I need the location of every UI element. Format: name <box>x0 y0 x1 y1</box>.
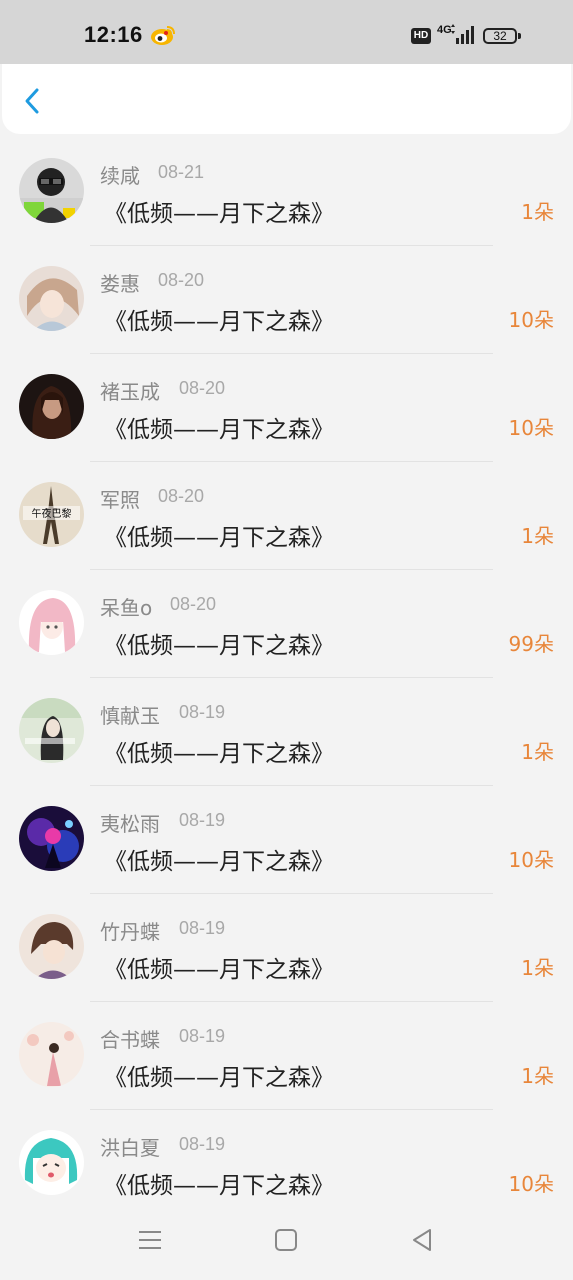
post-date: 08-20 <box>179 378 226 398</box>
flower-count: 10朵 <box>508 416 554 440</box>
list-item[interactable]: 竹丹蝶 08-19 《低频——月下之森》 1朵 <box>0 894 573 1002</box>
post-date: 08-20 <box>158 486 205 506</box>
user-avatar[interactable]: 午夜巴黎 <box>19 482 84 547</box>
list-item[interactable]: 褚玉成 08-20 《低频——月下之森》 10朵 <box>0 354 573 462</box>
user-name[interactable]: 竹丹蝶 <box>100 916 160 945</box>
back-button[interactable] <box>16 84 50 118</box>
user-avatar[interactable] <box>19 914 84 979</box>
avatar-text: 午夜巴黎 <box>32 507 72 520</box>
user-avatar[interactable] <box>19 590 84 655</box>
back-nav-icon[interactable] <box>406 1224 438 1256</box>
list-item[interactable]: 娄惠 08-20 《低频——月下之森》 10朵 <box>0 246 573 354</box>
user-avatar[interactable] <box>19 374 84 439</box>
list-item[interactable]: 呆鱼o 08-20 《低频——月下之森》 99朵 <box>0 570 573 678</box>
home-icon[interactable] <box>270 1224 302 1256</box>
list-item[interactable]: 合书蝶 08-19 《低频——月下之森》 1朵 <box>0 1002 573 1110</box>
list-item[interactable]: 夷松雨 08-19 《低频——月下之森》 10朵 <box>0 786 573 894</box>
work-title[interactable]: 《低频——月下之森》 <box>104 518 334 552</box>
work-title[interactable]: 《低频——月下之森》 <box>104 734 334 768</box>
menu-icon[interactable] <box>134 1224 166 1256</box>
post-date: 08-19 <box>179 702 226 722</box>
flower-count: 1朵 <box>521 740 554 764</box>
flower-count: 1朵 <box>521 200 554 224</box>
post-date: 08-19 <box>179 918 226 938</box>
work-title[interactable]: 《低频——月下之森》 <box>104 626 334 660</box>
post-date: 08-21 <box>158 162 205 182</box>
flower-count: 10朵 <box>508 848 554 872</box>
user-avatar[interactable] <box>19 158 84 223</box>
work-title[interactable]: 《低频——月下之森》 <box>104 410 334 444</box>
work-title[interactable]: 《低频——月下之森》 <box>104 1058 334 1092</box>
user-avatar[interactable] <box>19 806 84 871</box>
post-date: 08-19 <box>179 810 226 830</box>
flower-count: 1朵 <box>521 1064 554 1088</box>
list-item[interactable]: 慎献玉 08-19 《低频——月下之森》 1朵 <box>0 678 573 786</box>
user-avatar[interactable] <box>19 266 84 331</box>
post-date: 08-20 <box>170 594 217 614</box>
user-name[interactable]: 军照 <box>100 484 140 513</box>
status-time: 12:16 <box>84 22 143 47</box>
status-bar: 12:16 HD 4G 32 <box>0 0 573 64</box>
user-name[interactable]: 续咸 <box>100 160 140 189</box>
work-title[interactable]: 《低频——月下之森》 <box>104 950 334 984</box>
list-item[interactable]: 洪白夏 08-19 《低频——月下之森》 10朵 <box>0 1110 573 1218</box>
weibo-icon <box>151 26 175 45</box>
top-nav <box>2 64 571 134</box>
user-name[interactable]: 夷松雨 <box>100 808 160 837</box>
work-title[interactable]: 《低频——月下之森》 <box>104 1166 334 1200</box>
user-name[interactable]: 合书蝶 <box>100 1024 160 1053</box>
list-item[interactable]: 续咸 08-21 《低频——月下之森》 1朵 <box>0 138 573 246</box>
post-date: 08-19 <box>179 1134 226 1154</box>
flower-count: 1朵 <box>521 956 554 980</box>
flower-count: 10朵 <box>508 1172 554 1196</box>
user-avatar[interactable] <box>19 1130 84 1195</box>
user-name[interactable]: 呆鱼o <box>100 592 152 621</box>
system-nav-bar <box>0 1210 573 1280</box>
user-avatar[interactable] <box>19 698 84 763</box>
work-title[interactable]: 《低频——月下之森》 <box>104 302 334 336</box>
list-item[interactable]: 午夜巴黎 军照 08-20 《低频——月下之森》 1朵 <box>0 462 573 570</box>
work-title[interactable]: 《低频——月下之森》 <box>104 842 334 876</box>
hd-badge: HD <box>411 28 431 44</box>
post-date: 08-19 <box>179 1026 226 1046</box>
battery-indicator: 32 <box>483 28 517 44</box>
flower-count: 1朵 <box>521 524 554 548</box>
work-title[interactable]: 《低频——月下之森》 <box>104 194 334 228</box>
flower-count: 10朵 <box>508 308 554 332</box>
user-name[interactable]: 褚玉成 <box>100 376 160 405</box>
user-name[interactable]: 洪白夏 <box>100 1132 160 1161</box>
battery-tip <box>518 33 521 39</box>
user-avatar[interactable] <box>19 1022 84 1087</box>
flower-count: 99朵 <box>508 632 554 656</box>
user-name[interactable]: 慎献玉 <box>100 700 160 729</box>
post-date: 08-20 <box>158 270 205 290</box>
gift-list: 续咸 08-21 《低频——月下之森》 1朵 娄惠 08-20 《低频——月下之… <box>0 138 573 1218</box>
user-name[interactable]: 娄惠 <box>100 268 140 297</box>
signal-icon <box>451 24 474 44</box>
